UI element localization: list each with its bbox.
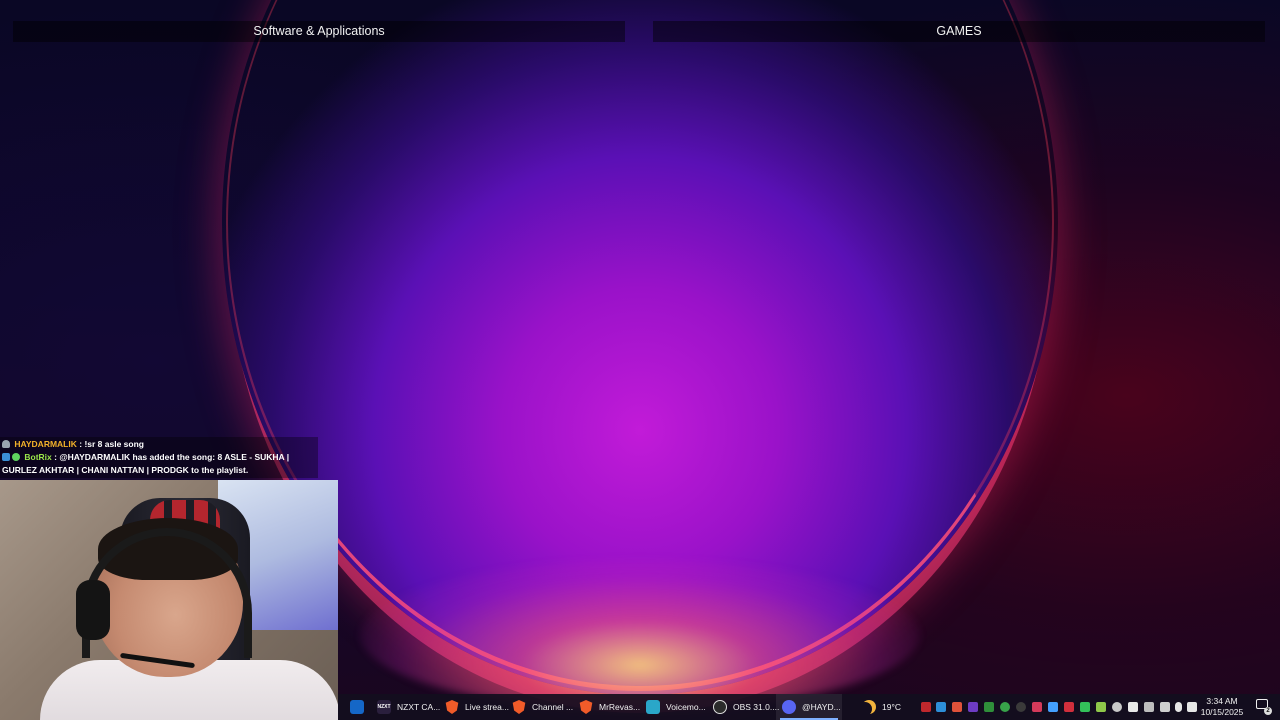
verified-badge-icon bbox=[12, 453, 20, 461]
wallpaper-glow bbox=[360, 560, 920, 710]
tray-app-icon[interactable] bbox=[1128, 702, 1138, 712]
clock-time: 3:34 AM bbox=[1206, 696, 1238, 706]
taskbar-app-label: NZXT CA... bbox=[397, 702, 441, 712]
tray-record-icon[interactable] bbox=[1064, 702, 1074, 712]
chat-message: BotRix : @HAYDARMALIK has added the song… bbox=[2, 451, 316, 477]
taskbar-app-brave-live-stream[interactable]: Live strea... bbox=[439, 694, 509, 720]
taskbar-app-label: Live strea... bbox=[465, 702, 509, 712]
taskbar-weather[interactable]: 19°C bbox=[856, 694, 916, 720]
chat-message: HAYDARMALIK : !sr 8 asle song bbox=[2, 438, 316, 451]
fence-games[interactable]: GAMES bbox=[653, 21, 1265, 42]
clock-date: 10/15/2025 bbox=[1200, 707, 1244, 717]
broadcaster-badge-icon bbox=[2, 440, 10, 448]
tray-app-icon[interactable] bbox=[1112, 702, 1122, 712]
stream-chat-overlay: HAYDARMALIK : !sr 8 asle song BotRix : @… bbox=[0, 437, 318, 478]
notification-count: 2 bbox=[1264, 707, 1272, 715]
discord-icon bbox=[782, 700, 796, 714]
taskbar-app-nzxt-cam[interactable]: NZXT NZXT CA... bbox=[371, 694, 441, 720]
tray-app-icon[interactable] bbox=[1048, 702, 1058, 712]
taskbar-app-label: Channel ... bbox=[532, 702, 574, 712]
taskbar-app-outlook[interactable] bbox=[344, 694, 370, 720]
taskbar-clock[interactable]: 3:34 AM 10/15/2025 bbox=[1196, 696, 1248, 718]
tray-nvidia-icon[interactable] bbox=[1096, 702, 1106, 712]
taskbar-app-voicemod[interactable]: Voicemo... bbox=[640, 694, 706, 720]
outlook-icon bbox=[350, 700, 364, 714]
webcam-feed bbox=[0, 480, 338, 720]
tray-brave-icon[interactable] bbox=[952, 702, 962, 712]
taskbar-app-brave-channel[interactable]: Channel ... bbox=[506, 694, 574, 720]
taskbar-app-label: MrRevas... bbox=[599, 702, 641, 712]
headset-earcup bbox=[76, 580, 110, 640]
tray-app-icon[interactable] bbox=[1032, 702, 1042, 712]
tray-app-icon[interactable] bbox=[921, 702, 931, 712]
chat-username: BotRix bbox=[24, 452, 52, 462]
brave-icon bbox=[579, 700, 593, 714]
chat-username: HAYDARMALIK bbox=[14, 439, 77, 449]
taskbar-app-label: @HAYD... bbox=[802, 702, 841, 712]
fence-title: Software & Applications bbox=[253, 24, 385, 38]
chat-text: !sr 8 asle song bbox=[84, 439, 144, 449]
tray-app-icon[interactable] bbox=[1016, 702, 1026, 712]
tray-app-icon[interactable] bbox=[984, 702, 994, 712]
desktop: Software & Applications GAMES HAYDARMALI… bbox=[0, 0, 1280, 720]
taskbar: NZXT NZXT CA... Live strea... Channel ..… bbox=[338, 694, 1280, 720]
taskbar-app-label: OBS 31.0.... bbox=[733, 702, 780, 712]
tray-app-icon[interactable] bbox=[1000, 702, 1010, 712]
taskbar-app-brave-mrrevas[interactable]: MrRevas... bbox=[573, 694, 641, 720]
obs-icon bbox=[713, 700, 727, 714]
tray-app-icon[interactable] bbox=[1080, 702, 1090, 712]
tray-app-icon[interactable] bbox=[968, 702, 978, 712]
notification-center-button[interactable]: 2 bbox=[1256, 699, 1272, 715]
nzxt-cam-icon: NZXT bbox=[377, 700, 391, 714]
tray-app-icon[interactable] bbox=[1160, 702, 1170, 712]
weather-temperature: 19°C bbox=[882, 702, 901, 712]
voicemod-icon bbox=[646, 700, 660, 714]
moon-icon bbox=[862, 700, 876, 714]
brave-icon bbox=[445, 700, 459, 714]
tray-app-icon[interactable] bbox=[936, 702, 946, 712]
taskbar-app-label: Voicemo... bbox=[666, 702, 706, 712]
bot-badge-icon bbox=[2, 453, 10, 461]
fence-software-applications[interactable]: Software & Applications bbox=[13, 21, 625, 42]
microphone-icon[interactable] bbox=[1175, 702, 1182, 712]
taskbar-app-discord[interactable]: @HAYD... bbox=[776, 694, 842, 720]
fence-title: GAMES bbox=[936, 24, 982, 38]
taskbar-app-obs[interactable]: OBS 31.0.... bbox=[707, 694, 779, 720]
tray-app-icon[interactable] bbox=[1144, 702, 1154, 712]
brave-icon bbox=[512, 700, 526, 714]
